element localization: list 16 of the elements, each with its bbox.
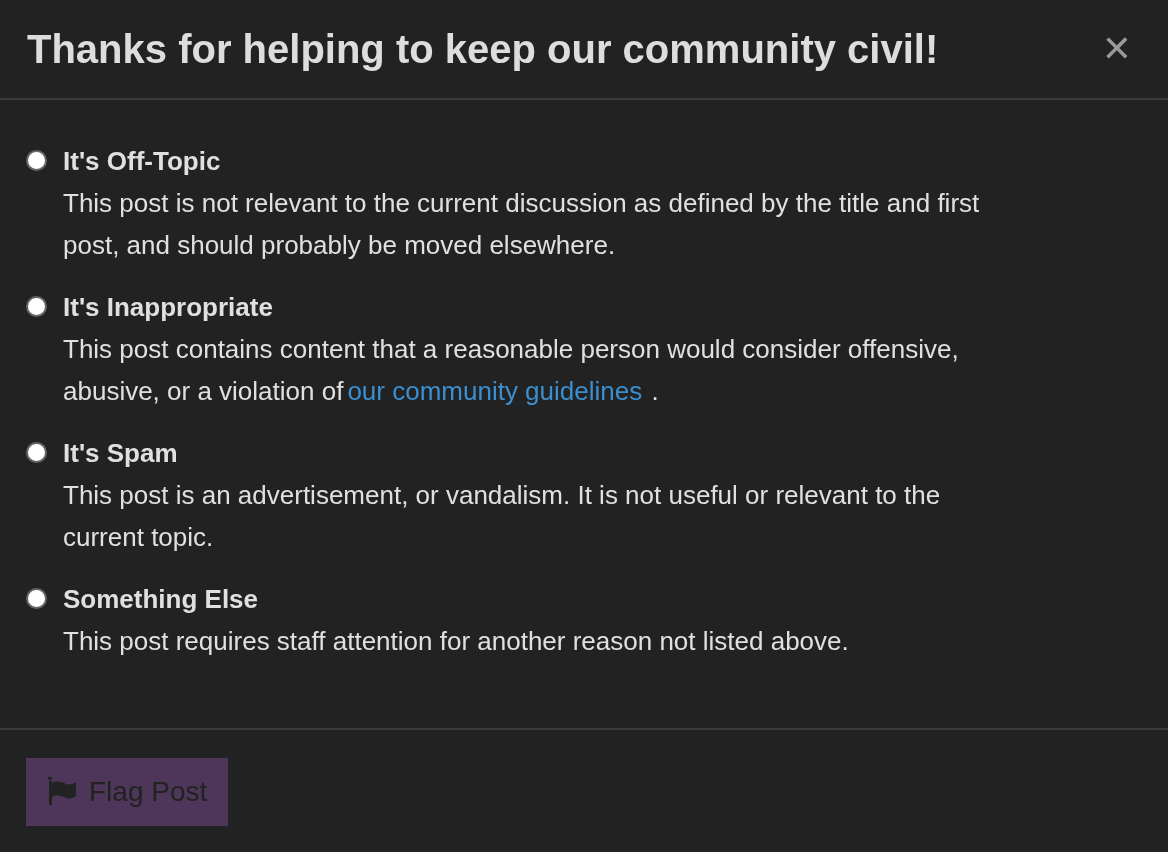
option-label[interactable]: It's Off-Topic — [63, 140, 221, 182]
radio-button[interactable] — [26, 588, 47, 609]
radio-button[interactable] — [26, 150, 47, 171]
option-label[interactable]: It's Inappropriate — [63, 286, 273, 328]
option-description: This post is not relevant to the current discussion as defined by the title and first post, and should probably be moved elsewhere. — [63, 187, 981, 262]
dialog-title: Thanks for helping to keep our community civil! — [27, 26, 939, 72]
option-label[interactable]: Something Else — [63, 578, 259, 620]
close-button[interactable]: ✕ — [1095, 31, 1138, 67]
radio-button[interactable] — [26, 296, 47, 317]
radio-button[interactable] — [26, 442, 47, 463]
flag-icon — [47, 777, 77, 807]
option-description: This post is an advertisement, or vandalism. It is not useful or relevant to the current topic. — [63, 479, 942, 554]
option-description: This post requires staff attention for another reason not listed above. — [63, 625, 849, 658]
option-label[interactable]: It's Spam — [63, 432, 178, 474]
option-description: This post contains content that a reasonable person would consider offensive, abusive, or a violation ofour community guidelines . — [63, 333, 960, 408]
guidelines-link[interactable]: our community guidelines — [347, 376, 643, 406]
